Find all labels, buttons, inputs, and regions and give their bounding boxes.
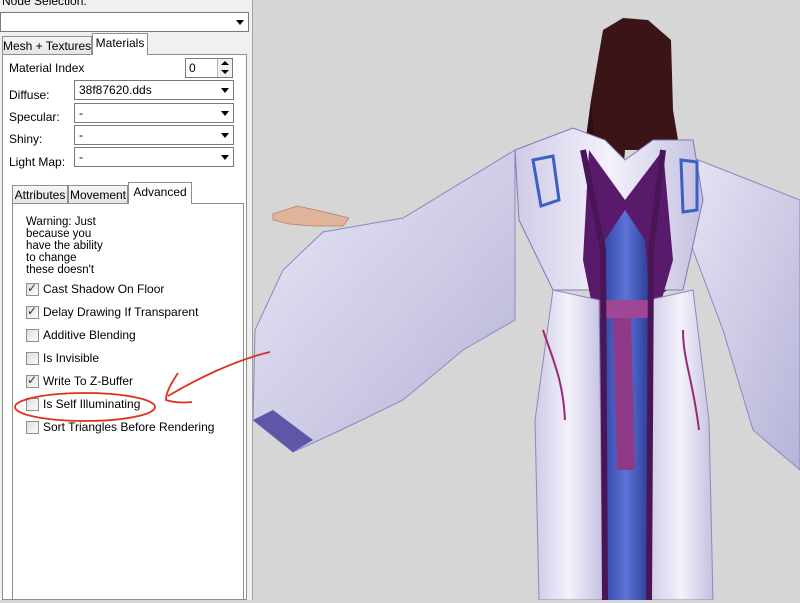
warning-line: because you [26,228,92,240]
checkbox-label[interactable]: Additive Blending [43,328,136,342]
spin-up-icon[interactable] [221,61,229,65]
checkmark-icon: ✓ [27,304,38,318]
material-properties-panel: Node Selection: Mesh + Textures Material… [0,0,253,600]
checkbox-label[interactable]: Write To Z-Buffer [43,374,133,388]
light-map-label: Light Map: [9,155,66,169]
character-model-render [252,18,800,601]
diffuse-value: 38f87620.dds [79,83,152,97]
specular-dropdown[interactable]: - [74,103,234,123]
checkbox-label[interactable]: Is Self Illuminating [43,397,140,411]
chevron-down-icon [221,133,229,138]
tab-attributes[interactable]: Attributes [12,185,68,204]
checkbox-box[interactable] [26,352,39,365]
warning-line: have the ability [26,240,103,252]
chevron-down-icon [221,88,229,93]
shiny-dropdown[interactable]: - [74,125,234,145]
checkbox-box[interactable] [26,329,39,342]
tab-advanced[interactable]: Advanced [128,182,192,204]
checkbox-label[interactable]: Is Invisible [43,351,99,365]
node-selection-label: Node Selection: [2,0,87,8]
shiny-label: Shiny: [9,132,43,146]
light-map-dropdown[interactable]: - [74,147,234,167]
checkbox-label[interactable]: Delay Drawing If Transparent [43,305,198,319]
checkbox-label[interactable]: Sort Triangles Before Rendering [43,420,214,434]
specular-label: Specular: [9,110,60,124]
checkbox-box[interactable]: ✓ [26,373,39,388]
tab-mesh-textures[interactable]: Mesh + Textures [2,36,92,55]
chevron-down-icon [221,111,229,116]
light-map-value: - [79,150,83,164]
checkbox-box[interactable] [26,398,39,411]
checkbox-box[interactable]: ✓ [26,304,39,319]
material-index-value: 0 [189,61,196,75]
checkbox-box[interactable]: ✓ [26,281,39,296]
warning-line: these doesn't [26,264,95,276]
warning-text: Warning: Just because you have the abili… [26,216,103,276]
warning-line: Warning: Just [26,216,96,228]
material-index-label: Material Index [9,61,85,75]
tab-movement[interactable]: Movement [68,185,128,204]
checkmark-icon: ✓ [27,373,38,387]
specular-value: - [79,106,83,120]
checkmark-icon: ✓ [27,281,38,295]
tab-materials[interactable]: Materials [92,33,148,55]
checkbox-label[interactable]: Cast Shadow On Floor [43,282,164,296]
warning-line: to change [26,252,77,264]
shiny-value: - [79,128,83,142]
spin-down-icon[interactable] [221,70,229,74]
chevron-down-icon [221,155,229,160]
3d-viewport[interactable] [252,0,800,601]
diffuse-label: Diffuse: [9,88,50,102]
diffuse-dropdown[interactable]: 38f87620.dds [74,80,234,100]
node-selection-dropdown[interactable] [0,12,249,32]
material-index-stepper[interactable]: 0 [185,58,233,78]
checkbox-box[interactable] [26,421,39,434]
chevron-down-icon [236,20,244,25]
